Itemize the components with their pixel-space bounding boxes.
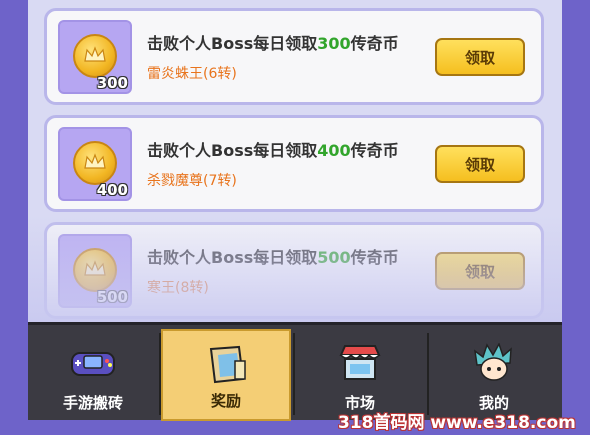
tab-label: 奖励 (210, 392, 241, 410)
tab-rewards[interactable]: 奖励 (161, 329, 291, 421)
reward-card: 500 击败个人Boss每日领取500传奇币 寒王(8转) 领取 (44, 222, 544, 319)
reward-title: 击败个人Boss每日领取400传奇币 (147, 141, 399, 160)
reward-title: 击败个人Boss每日领取300传奇币 (147, 34, 399, 53)
reward-title: 击败个人Boss每日领取500传奇币 (147, 248, 399, 267)
reward-list: 300 击败个人Boss每日领取300传奇币 雷炎蛛王(6转) 领取 400 击… (28, 0, 562, 330)
crown-coin-icon (73, 248, 117, 292)
reward-card: 300 击败个人Boss每日领取300传奇币 雷炎蛛王(6转) 领取 (44, 8, 544, 105)
coin-amount: 400 (96, 181, 128, 199)
claim-button[interactable]: 领取 (435, 38, 525, 76)
boss-name: 杀戮魔尊(7转) (147, 173, 237, 189)
market-stall-icon (339, 345, 381, 380)
crown-coin-icon (73, 141, 117, 185)
bottom-tab-bar: 手游搬砖 奖励 市场 我的 (28, 322, 562, 421)
coin-amount: 300 (96, 74, 128, 92)
tab-label: 手游搬砖 (62, 394, 123, 412)
coin-thumbnail: 400 (58, 127, 132, 201)
coin-thumbnail: 300 (58, 20, 132, 94)
coin-amount: 500 (96, 288, 128, 306)
claim-button[interactable]: 领取 (435, 145, 525, 183)
boss-name: 寒王(8转) (147, 280, 209, 296)
reward-card: 400 击败个人Boss每日领取400传奇币 杀戮魔尊(7转) 领取 (44, 115, 544, 212)
tab-mobile-game[interactable]: 手游搬砖 (28, 329, 158, 421)
gamepad-icon (71, 352, 115, 376)
site-watermark: 318首码网 www.e318.com (338, 413, 576, 433)
reward-scroll-icon (209, 345, 246, 384)
avatar-icon (474, 343, 512, 381)
boss-name: 雷炎蛛王(6转) (147, 66, 237, 82)
crown-coin-icon (73, 34, 117, 78)
claim-button[interactable]: 领取 (435, 252, 525, 290)
coin-thumbnail: 500 (58, 234, 132, 308)
